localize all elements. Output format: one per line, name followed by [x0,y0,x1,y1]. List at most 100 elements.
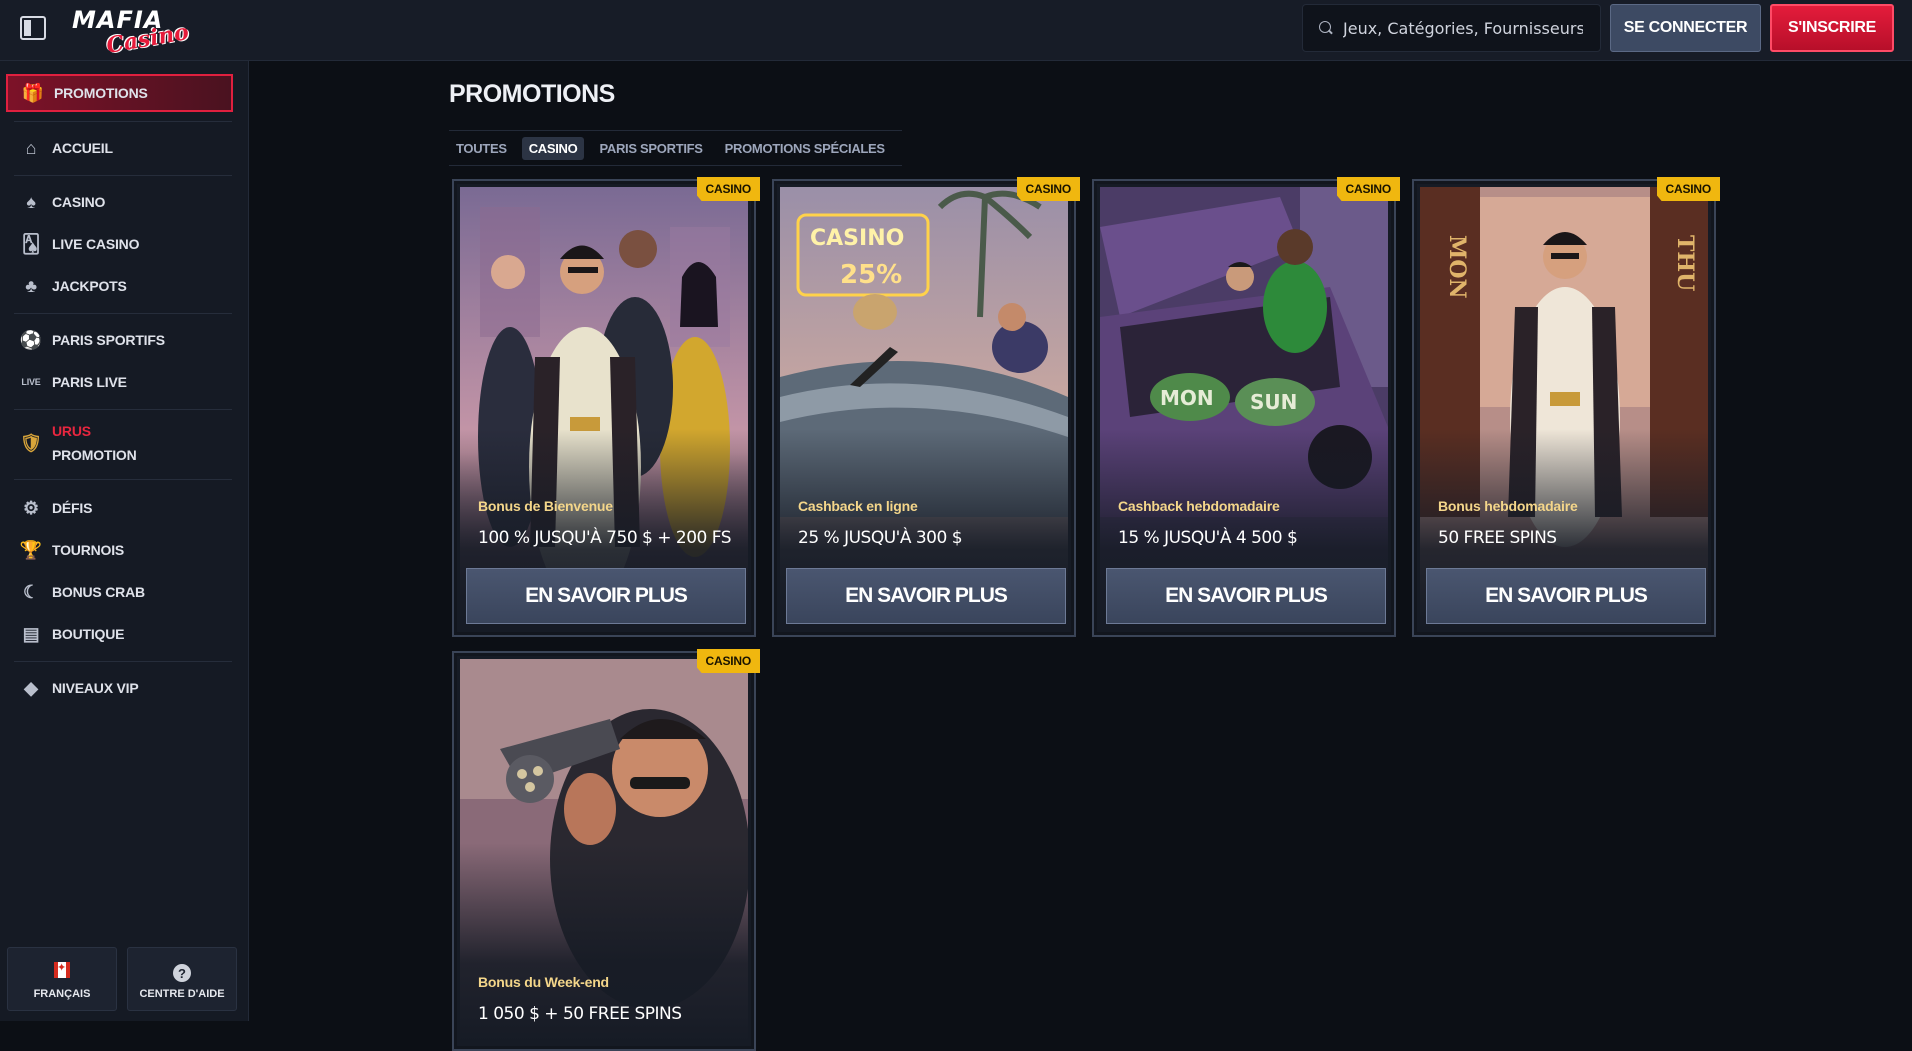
sidebar-toggle-icon[interactable] [20,16,46,40]
trophy-icon: 🏆 [19,540,43,560]
sidebar-item-tournois[interactable]: 🏆 TOURNOIS [6,531,233,569]
crab-icon: ☾ [23,582,39,602]
sidebar-item-niveaux-vip[interactable]: ◆ NIVEAUX VIP [6,669,233,707]
divider [14,409,232,410]
home-icon: ⌂ [25,138,37,158]
sidebar-item-label: BONUS CRAB [52,584,145,600]
login-button[interactable]: SE CONNECTER [1610,4,1761,52]
category-badge: CASINO [696,649,760,673]
sidebar-item-bonus-crab[interactable]: ☾ BONUS CRAB [6,573,233,611]
category-badge: CASINO [1656,177,1720,201]
promo-title: 25 % JUSQU'À 300 $ [798,528,963,548]
sidebar-item-label: PARIS SPORTIFS [52,332,165,348]
promo-subtitle: Bonus de Bienvenue [478,498,613,514]
ball-icon: ⚽ [19,330,43,350]
sidebar-item-urus-promotion[interactable]: 🛡 URUS PROMOTION [6,418,233,468]
sidebar-item-boutique[interactable]: ▤ BOUTIQUE [6,615,233,653]
canada-flag-icon [54,961,70,978]
divider [14,661,232,662]
sidebar-item-label: PARIS LIVE [52,374,127,390]
shop-icon: ▤ [22,624,40,644]
divider [14,479,232,480]
sidebar-item-label: CASINO [52,194,106,210]
sidebar-item-paris-live[interactable]: LIVE PARIS LIVE [6,363,233,401]
promo-card-artwork [460,187,748,629]
help-icon: ? [173,964,191,982]
sidebar-item-label: LIVE CASINO [52,236,140,252]
learn-more-button[interactable]: EN SAVOIR PLUS [466,568,746,624]
promo-subtitle: Bonus hebdomadaire [1438,498,1578,514]
sidebar-item-label: BOUTIQUE [52,626,125,642]
promo-title: 15 % JUSQU'À 4 500 $ [1118,528,1298,548]
search-input[interactable] [1343,18,1583,38]
bull-icon: 🛡 [19,433,43,453]
sidebar-item-label: URUS [52,423,91,439]
svg-text:MON: MON [1160,386,1214,410]
promo-title: 50 FREE SPINS [1438,528,1557,548]
page-title: PROMOTIONS [449,80,615,108]
sidebar-item-paris-sportifs[interactable]: ⚽ PARIS SPORTIFS [6,321,233,359]
category-badge: CASINO [1016,177,1080,201]
category-badge: CASINO [1336,177,1400,201]
promo-card[interactable]: CASINO Bonus de Bienvenue 100 % JUSQU'À … [452,177,760,637]
signup-button[interactable]: S'INSCRIRE [1770,4,1894,52]
learn-more-button[interactable]: EN SAVOIR PLUS [1106,568,1386,624]
divider [14,175,232,176]
live-icon: LIVE [21,376,41,387]
promo-tabs: TOUTES CASINO PARIS SPORTIFS PROMOTIONS … [449,130,902,166]
svg-text:SUN: SUN [1250,390,1297,414]
promo-card[interactable]: CASINO Bonus du Week-end 1 050 $ + 50 FR… [452,649,760,1051]
language-selector[interactable]: FRANÇAIS [7,947,117,1011]
promo-subtitle: Bonus du Week-end [478,974,609,990]
sidebar-item-jackpots[interactable]: ♣ JACKPOTS [6,267,233,305]
category-badge: CASINO [696,177,760,201]
promo-card-artwork: CASINO 25% [780,187,1068,629]
sidebar-item-label: PROMOTION [52,447,137,463]
spade-icon: ♠ [26,192,36,212]
learn-more-button[interactable]: EN SAVOIR PLUS [1426,568,1706,624]
divider [14,313,232,314]
sidebar-item-label: ACCUEIL [52,140,113,156]
svg-text:MON: MON [1444,235,1470,299]
promo-subtitle: Cashback hebdomadaire [1118,498,1280,514]
learn-more-button[interactable]: EN SAVOIR PLUS [786,568,1066,624]
sidebar-item-live-casino[interactable]: 🂡 LIVE CASINO [6,225,233,263]
search-icon [1319,21,1333,35]
clover-icon: ♣ [25,276,37,296]
search-box[interactable] [1302,4,1601,52]
tab-toutes[interactable]: TOUTES [449,137,514,160]
promo-title: 100 % JUSQU'À 750 $ + 200 FS [478,528,732,548]
divider [14,121,232,122]
promo-card[interactable]: MON SUN CASINO Cashback hebdomadaire 15 … [1092,177,1400,637]
svg-text:CASINO: CASINO [810,226,904,251]
tab-paris-sportifs[interactable]: PARIS SPORTIFS [592,137,709,160]
tab-promotions-speciales[interactable]: PROMOTIONS SPÉCIALES [718,137,892,160]
sidebar-item-promotions[interactable]: 🎁 PROMOTIONS [6,74,233,112]
svg-text:THU: THU [1672,235,1698,291]
top-header: MAFIA Casino SE CONNECTER S'INSCRIRE [0,0,1912,61]
help-center-button[interactable]: ? CENTRE D'AIDE [127,947,237,1011]
gear-icon: ⚙ [23,498,39,518]
language-label: FRANÇAIS [33,988,91,1000]
sidebar-item-label: JACKPOTS [52,278,127,294]
cards-icon: 🂡 [21,234,41,254]
tab-casino[interactable]: CASINO [521,136,585,160]
promo-card[interactable]: MON THU CASINO Bonus hebdomadaire 50 FRE… [1412,177,1720,637]
promo-card-artwork: MON THU [1420,187,1708,629]
promo-card-artwork: MON SUN [1100,187,1388,629]
diamond-icon: ◆ [24,678,38,698]
promo-card[interactable]: CASINO 25% CASINO Cashback en ligne 25 %… [772,177,1080,637]
sidebar-item-label: NIVEAUX VIP [52,680,139,696]
promo-subtitle: Cashback en ligne [798,498,918,514]
sidebar-item-casino[interactable]: ♠ CASINO [6,183,233,221]
sidebar-item-defis[interactable]: ⚙ DÉFIS [6,489,233,527]
gift-icon: 🎁 [21,83,45,103]
promo-title: 1 050 $ + 50 FREE SPINS [478,1004,682,1024]
mafia-casino-logo[interactable]: MAFIA Casino [72,6,191,59]
sidebar: 🎁 PROMOTIONS ⌂ ACCUEIL ♠ CASINO 🂡 LIVE C… [0,61,249,1021]
sidebar-item-label: TOURNOIS [52,542,125,558]
sidebar-item-accueil[interactable]: ⌂ ACCUEIL [6,129,233,167]
help-label: CENTRE D'AIDE [139,988,225,1000]
svg-text:25%: 25% [840,260,902,290]
sidebar-item-label: DÉFIS [52,500,93,516]
